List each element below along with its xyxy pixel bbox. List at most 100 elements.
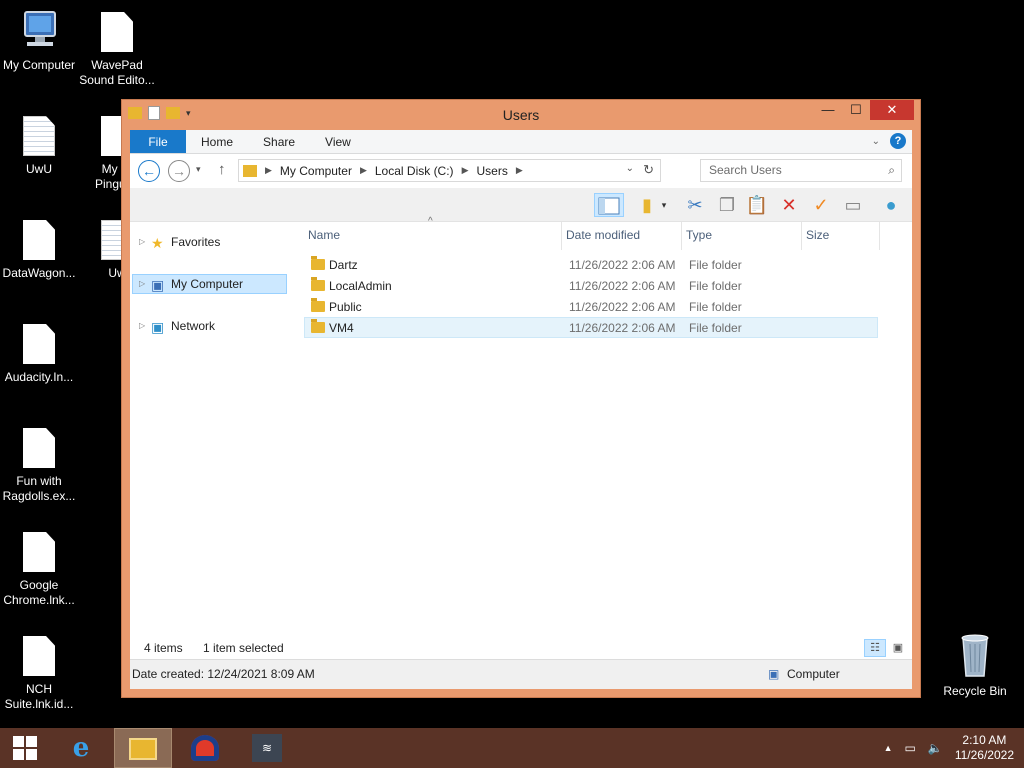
recent-locations-icon[interactable]: ▾ (196, 164, 201, 175)
tab-home[interactable]: Home (186, 130, 248, 153)
nav-item-label: Network (171, 319, 216, 333)
breadcrumb-separator-icon[interactable]: ▶ (516, 165, 523, 176)
delete-icon[interactable]: ✕ (776, 193, 802, 217)
properties-icon[interactable]: ▭ (840, 193, 866, 217)
date-created: Date created: 12/24/2021 8:09 AM (132, 667, 315, 681)
expand-arrow-icon[interactable]: ▷ (139, 317, 145, 335)
desktop-icon-audacity[interactable]: Audacity.In... (0, 324, 78, 385)
desktop-icon-ragdolls[interactable]: Fun with Ragdolls.ex... (0, 428, 78, 504)
details-bar: Date created: 12/24/2021 8:09 AM ▣ Compu… (130, 659, 912, 689)
taskbar-internet-explorer[interactable]: e (52, 728, 110, 768)
rename-icon[interactable]: ✓ (808, 193, 834, 217)
table-row[interactable]: Dartz 11/26/2022 2:06 AM File folder (304, 254, 878, 275)
desktop-icon-label: Fun with Ragdolls.ex... (2, 474, 76, 503)
breadcrumb-local-disk[interactable]: Local Disk (C:) (375, 164, 454, 178)
search-icon[interactable]: ⌕ (888, 160, 895, 181)
expand-ribbon-icon[interactable]: ⌄ (872, 136, 880, 147)
nav-item-label: Favorites (171, 235, 221, 249)
taskbar-file-explorer[interactable] (114, 728, 172, 768)
document-icon (23, 324, 55, 364)
tab-view[interactable]: View (310, 130, 366, 153)
desktop-icon-uwu[interactable]: UwU (0, 116, 78, 177)
computer-icon: ▣ (768, 667, 780, 681)
file-date: 11/26/2022 2:06 AM (569, 321, 676, 335)
forward-button[interactable]: → (168, 160, 190, 182)
selected-count: 1 item selected (203, 641, 284, 655)
file-explorer-icon (129, 738, 157, 760)
table-row[interactable]: LocalAdmin 11/26/2022 2:06 AM File folde… (304, 275, 878, 296)
audacity-icon (191, 735, 219, 761)
desktop-icon-label: My Computer (2, 58, 76, 72)
desktop-icon-wavepad[interactable]: WavePad Sound Edito... (78, 12, 156, 88)
nav-item-favorites[interactable]: ▷ ★ Favorites (132, 232, 287, 252)
network-globe-icon[interactable]: ● (878, 193, 904, 217)
expand-arrow-icon[interactable]: ▷ (139, 233, 145, 251)
volume-icon[interactable]: 🔈 (928, 741, 943, 755)
desktop-icon-datawagon[interactable]: DataWagon... (0, 220, 78, 281)
address-dropdown-icon[interactable]: ⌄ (626, 163, 634, 174)
paste-icon[interactable]: 📋 (744, 193, 770, 217)
breadcrumb-separator-icon: ▶ (265, 165, 272, 175)
column-header-name[interactable]: Name (304, 222, 562, 250)
document-icon (23, 532, 55, 572)
nav-item-my-computer[interactable]: ▷ ▣ My Computer (132, 274, 287, 294)
file-type: File folder (689, 321, 742, 335)
cut-icon[interactable]: ✂ (682, 193, 708, 217)
desktop-icon-label: Audacity.In... (4, 370, 74, 384)
address-bar[interactable]: ▶ My Computer ▶ Local Disk (C:) ▶ Users … (238, 159, 661, 182)
file-type: File folder (689, 258, 742, 272)
taskbar-wavepad[interactable]: ≋ (238, 728, 296, 768)
desktop-icon-label: UwU (26, 162, 52, 176)
desktop-icon-chrome[interactable]: Google Chrome.lnk... (0, 532, 78, 608)
select-folder-icon[interactable]: ▮ (634, 193, 660, 217)
breadcrumb-users[interactable]: Users (476, 164, 507, 178)
maximize-button[interactable]: ☐ (842, 100, 870, 120)
explorer-window: ▾ Users — ☐ ✕ File Home Share View ⌄ ? ←… (121, 99, 921, 698)
close-button[interactable]: ✕ (870, 100, 914, 120)
document-icon (23, 428, 55, 468)
network-icon: ▣ (151, 319, 165, 335)
column-header-date-modified[interactable]: Date modified (562, 222, 682, 250)
column-header-type[interactable]: Type (682, 222, 802, 250)
breadcrumb-my-computer[interactable]: My Computer (280, 164, 352, 178)
title-bar[interactable]: ▾ Users — ☐ ✕ (122, 100, 920, 130)
file-name: Dartz (329, 258, 358, 272)
desktop-icon-label: Google Chrome.lnk... (3, 578, 75, 607)
show-hidden-icons-icon[interactable]: ▲ (884, 743, 893, 753)
start-button[interactable] (0, 728, 50, 768)
clock-date: 11/26/2022 (954, 748, 1014, 762)
breadcrumb-separator-icon[interactable]: ▶ (462, 165, 469, 176)
tab-share[interactable]: Share (248, 130, 310, 153)
desktop-icon-recycle-bin[interactable]: Recycle Bin (936, 632, 1014, 699)
details-view-button[interactable]: ☷ (864, 639, 886, 657)
computer-icon: ▣ (151, 277, 165, 293)
preview-pane-button[interactable] (594, 193, 624, 217)
column-header-size[interactable]: Size (802, 222, 880, 250)
table-row[interactable]: VM4 11/26/2022 2:06 AM File folder (304, 317, 878, 338)
minimize-button[interactable]: — (814, 100, 842, 120)
up-button[interactable]: ↑ (218, 161, 226, 178)
nav-item-network[interactable]: ▷ ▣ Network (132, 316, 287, 336)
network-status-icon[interactable]: ▭ (905, 741, 916, 755)
desktop-icon-nch[interactable]: NCH Suite.lnk.id... (0, 636, 78, 712)
search-input[interactable]: Search Users ⌕ (700, 159, 902, 182)
desktop-icon-label: Recycle Bin (943, 684, 1007, 698)
file-list: ^ Name Date modified Type Size Dartz 11/… (304, 216, 912, 659)
copy-icon[interactable]: ❐ (714, 193, 740, 217)
table-row[interactable]: Public 11/26/2022 2:06 AM File folder (304, 296, 878, 317)
tab-file[interactable]: File (130, 130, 186, 153)
large-icons-view-button[interactable]: ▣ (887, 639, 909, 657)
dropdown-icon[interactable]: ▾ (658, 193, 670, 217)
help-icon[interactable]: ? (890, 133, 906, 149)
refresh-icon[interactable]: ↻ (643, 162, 654, 178)
back-button[interactable]: ← (138, 160, 160, 182)
clock-time: 2:10 AM (962, 733, 1007, 747)
desktop-icon-my-computer[interactable]: My Computer (0, 10, 78, 73)
breadcrumb-separator-icon[interactable]: ▶ (360, 165, 367, 176)
clock[interactable]: 2:10 AM 11/26/2022 (955, 733, 1014, 763)
window-body: File Home Share View ⌄ ? ← → ▾ ↑ ▶ My Co… (130, 130, 912, 689)
file-name: Public (329, 300, 362, 314)
recycle-bin-icon (953, 632, 997, 678)
taskbar-audacity[interactable] (176, 728, 234, 768)
expand-arrow-icon[interactable]: ▷ (139, 275, 145, 293)
